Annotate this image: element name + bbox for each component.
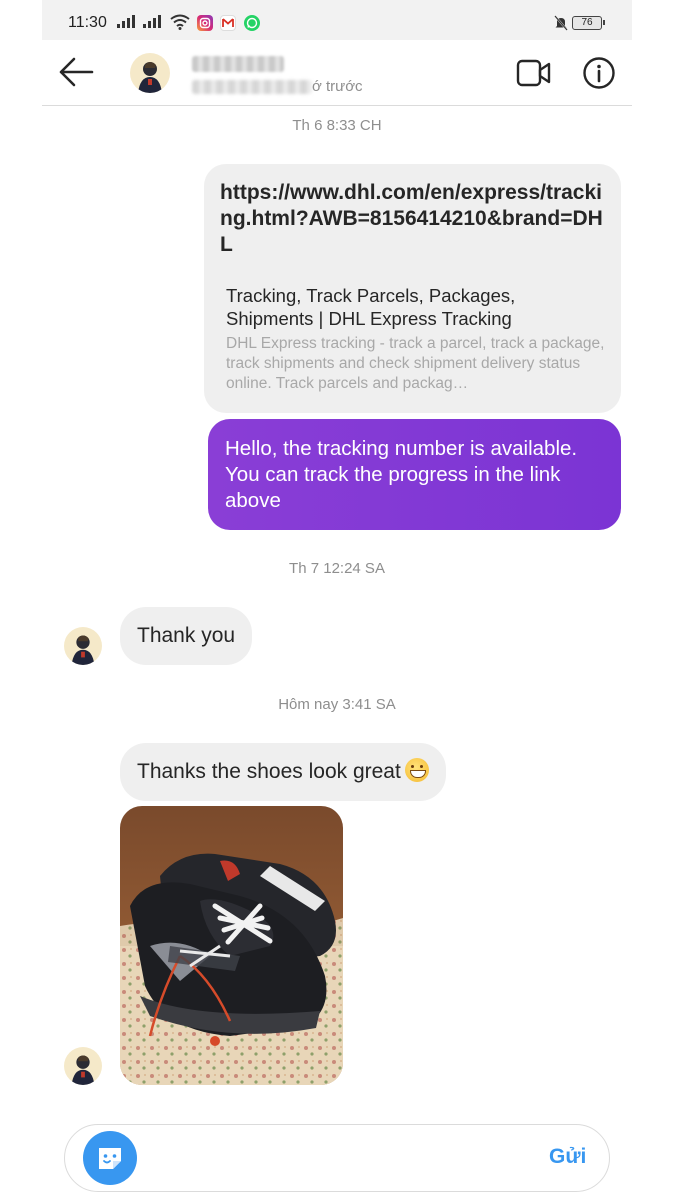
sender-avatar[interactable] [64, 1047, 102, 1085]
received-message-bubble[interactable]: Thank you [120, 607, 253, 665]
message-text: Thanks the shoes look great [137, 760, 401, 783]
contact-avatar[interactable] [130, 53, 170, 93]
status-bar: 11:30 76 [42, 0, 632, 40]
link-title: Tracking, Track Parcels, Packages, Shipm… [226, 285, 516, 329]
active-status-suffix: ớ trước [312, 78, 363, 95]
gmail-icon [220, 15, 236, 31]
sticker-button[interactable] [83, 1131, 137, 1185]
sent-message-bubble[interactable]: Hello, the tracking number is available.… [208, 419, 621, 530]
grinning-face-emoji-icon [404, 758, 429, 782]
mute-bell-icon [554, 15, 568, 31]
instagram-icon [197, 15, 213, 31]
shoe-photo-message[interactable] [120, 806, 343, 1085]
wifi-icon [170, 14, 190, 30]
sender-avatar[interactable] [64, 627, 102, 665]
message-timestamp: Th 6 8:33 CH [292, 117, 382, 134]
info-icon[interactable] [582, 56, 616, 90]
message-composer: Gửi [64, 1124, 610, 1192]
message-timestamp: Hôm nay 3:41 SA [278, 696, 396, 713]
video-call-icon[interactable] [516, 58, 552, 88]
contact-name-redacted [192, 56, 284, 72]
chat-screen: 11:30 76 ớ trước Th 6 8:33 CH https://ww… [42, 0, 632, 1197]
send-button[interactable]: Gửi [549, 1145, 586, 1169]
signal-icon [117, 15, 135, 28]
chat-header: ớ trước [42, 40, 632, 106]
sticker-icon [99, 1148, 121, 1169]
back-arrow-icon[interactable] [56, 54, 96, 90]
message-timestamp: Th 7 12:24 SA [289, 560, 385, 577]
active-status-redacted [192, 80, 312, 94]
whatsapp-icon [244, 15, 260, 31]
received-message-bubble[interactable]: Thanks the shoes look great [120, 743, 446, 801]
battery-icon: 76 [572, 16, 605, 30]
signal-icon-2 [143, 15, 161, 28]
message-input[interactable] [151, 1143, 531, 1173]
link-preview-bubble[interactable]: https://www.dhl.com/en/express/tracking.… [204, 164, 621, 413]
link-url[interactable]: https://www.dhl.com/en/express/tracking.… [220, 180, 605, 258]
status-time: 11:30 [68, 14, 107, 31]
message-text: Thank you [137, 624, 236, 647]
link-description: DHL Express tracking - track a parcel, t… [226, 335, 605, 392]
